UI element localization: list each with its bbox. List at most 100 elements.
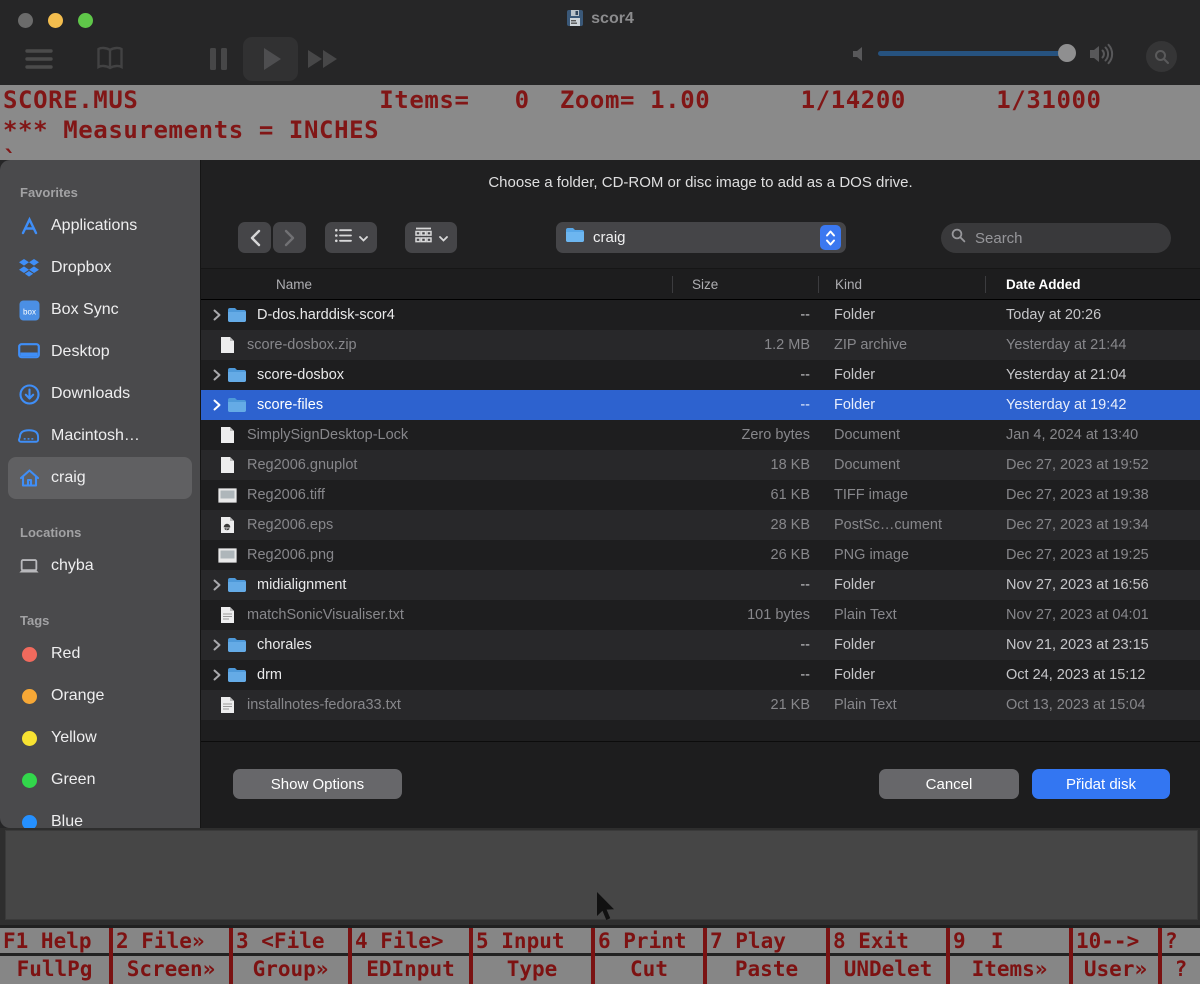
text-icon: [217, 606, 237, 624]
file-row-d-dos-harddisk-scor4[interactable]: D-dos.harddisk-scor4--FolderToday at 20:…: [201, 300, 1200, 330]
add-dos-drive-dialog: Favorites ApplicationsDropboxboxBox Sync…: [0, 160, 1200, 828]
fkey-f1-help[interactable]: F1 HelpFullPg: [0, 928, 113, 984]
sidebar-tag-yellow[interactable]: Yellow: [8, 717, 192, 759]
file-row-simplysigndesktop-lock[interactable]: SimplySignDesktop-LockZero bytesDocument…: [201, 420, 1200, 450]
file-name: chorales: [257, 637, 312, 653]
fkey-9-i[interactable]: 9 IItems»: [950, 928, 1073, 984]
volume-slider-track[interactable]: [878, 51, 1074, 56]
disclosure-chevron-icon[interactable]: [207, 669, 227, 681]
file-kind: Plain Text: [819, 697, 986, 713]
sidebar-item-applications[interactable]: Applications: [8, 205, 192, 247]
dos-screen-top: SCORE.MUS Items= 0 Zoom= 1.00 1/14200 1/…: [0, 85, 1200, 160]
file-row-matchsonicvisualiser-txt[interactable]: matchSonicVisualiser.txt101 bytesPlain T…: [201, 600, 1200, 630]
file-row-score-files[interactable]: score-files--FolderYesterday at 19:42: [201, 390, 1200, 420]
file-row-drm[interactable]: drm--FolderOct 24, 2023 at 15:12: [201, 660, 1200, 690]
app-store-icon: [18, 215, 40, 237]
titlebar: scor4: [0, 0, 1200, 85]
file-row-installnotes-fedora33-txt[interactable]: installnotes-fedora33.txt21 KBPlain Text…: [201, 690, 1200, 720]
group-view-button[interactable]: [405, 222, 457, 253]
volume-mute-icon[interactable]: [850, 44, 870, 69]
sidebar-tag-orange[interactable]: Orange: [8, 675, 192, 717]
sidebar-item-macintosh[interactable]: Macintosh…: [8, 415, 192, 457]
disclosure-chevron-icon[interactable]: [207, 369, 227, 381]
fkey-top-label: 5 Input: [473, 928, 591, 956]
disclosure-chevron-icon[interactable]: [207, 399, 227, 411]
file-row-reg2006-png[interactable]: Reg2006.png26 KBPNG imageDec 27, 2023 at…: [201, 540, 1200, 570]
sidebar-item-label: Dropbox: [51, 259, 111, 277]
fkey-5-input[interactable]: 5 InputType: [473, 928, 595, 984]
fkey-top-label: 10-->: [1073, 928, 1158, 956]
fkey-10[interactable]: 10-->User»: [1073, 928, 1162, 984]
file-size: 26 KB: [673, 547, 819, 563]
list-view-button[interactable]: [325, 222, 377, 253]
file-row-score-dosbox[interactable]: score-dosbox--FolderYesterday at 21:04: [201, 360, 1200, 390]
sidebar-tag-red[interactable]: Red: [8, 633, 192, 675]
disclosure-chevron-icon[interactable]: [207, 639, 227, 651]
file-row-reg2006-gnuplot[interactable]: Reg2006.gnuplot18 KBDocumentDec 27, 2023…: [201, 450, 1200, 480]
fkey-top-label: 9 I: [950, 928, 1069, 956]
column-header-size[interactable]: Size: [673, 269, 819, 299]
fast-forward-icon[interactable]: [306, 48, 342, 75]
file-kind: TIFF image: [819, 487, 986, 503]
fkey-2-file[interactable]: 2 File»Screen»: [113, 928, 233, 984]
sidebar-tag-green[interactable]: Green: [8, 759, 192, 801]
file-row-chorales[interactable]: chorales--FolderNov 21, 2023 at 23:15: [201, 630, 1200, 660]
sidebar-item-desktop[interactable]: Desktop: [8, 331, 192, 373]
search-input[interactable]: [973, 229, 1143, 248]
file-kind: Folder: [819, 367, 986, 383]
tag-color-dot: [22, 731, 37, 746]
column-header-date-added[interactable]: Date Added: [986, 269, 1200, 299]
dropbox-icon: [18, 257, 40, 279]
search-field[interactable]: [941, 223, 1171, 253]
volume-loud-icon[interactable]: [1088, 42, 1116, 71]
forward-button[interactable]: [273, 222, 306, 253]
svg-text:box: box: [23, 307, 36, 316]
fkey-7-play[interactable]: 7 PlayPaste: [707, 928, 830, 984]
back-button[interactable]: [238, 222, 271, 253]
current-folder-dropdown[interactable]: craig: [556, 222, 846, 253]
file-size: 1.2 MB: [673, 337, 819, 353]
pause-icon[interactable]: [208, 46, 230, 77]
column-header-kind[interactable]: Kind: [819, 269, 986, 299]
cancel-button[interactable]: Cancel: [879, 769, 1019, 799]
sidebar-item-label: Desktop: [51, 343, 110, 361]
fkey-3-file[interactable]: 3 <FileGroup»: [233, 928, 352, 984]
fkey-8-exit[interactable]: 8 ExitUNDelet: [830, 928, 950, 984]
sidebar-item-label: Applications: [51, 217, 137, 235]
volume-slider-knob[interactable]: [1058, 44, 1076, 62]
titlebar-search-icon[interactable]: [1146, 41, 1177, 72]
menu-hamburger-icon[interactable]: [24, 46, 54, 77]
sidebar-item-craig[interactable]: craig: [8, 457, 192, 499]
add-disk-button[interactable]: Přidat disk: [1032, 769, 1170, 799]
fkey-bottom-label: Screen»: [113, 956, 229, 984]
sidebar-item-downloads[interactable]: Downloads: [8, 373, 192, 415]
fkey-4-file[interactable]: 4 File>EDInput: [352, 928, 473, 984]
fkey-6-print[interactable]: 6 PrintCut: [595, 928, 707, 984]
play-button[interactable]: [243, 37, 298, 81]
file-row-midialignment[interactable]: midialignment--FolderNov 27, 2023 at 16:…: [201, 570, 1200, 600]
fkey-[interactable]: ??: [1162, 928, 1200, 984]
tag-color-dot: [22, 773, 37, 788]
group-view-icon: [415, 227, 432, 248]
sidebar-tag-blue[interactable]: Blue: [8, 801, 192, 828]
disclosure-chevron-icon[interactable]: [207, 309, 227, 321]
file-kind: Folder: [819, 307, 986, 323]
column-header-name[interactable]: Name: [201, 269, 673, 299]
file-row-reg2006-tiff[interactable]: Reg2006.tiff61 KBTIFF imageDec 27, 2023 …: [201, 480, 1200, 510]
file-row-score-dosbox-zip[interactable]: score-dosbox.zip1.2 MBZIP archiveYesterd…: [201, 330, 1200, 360]
folder-icon: [565, 227, 585, 248]
file-name: score-dosbox.zip: [247, 337, 357, 353]
file-name: Reg2006.png: [247, 547, 334, 563]
show-options-button[interactable]: Show Options: [233, 769, 402, 799]
file-row-reg2006-eps[interactable]: epsReg2006.eps28 KBPostSc…cumentDec 27, …: [201, 510, 1200, 540]
fkey-bottom-label: FullPg: [0, 956, 109, 984]
sidebar-item-box-sync[interactable]: boxBox Sync: [8, 289, 192, 331]
book-icon[interactable]: [96, 46, 124, 77]
document-icon: [217, 456, 237, 474]
disclosure-chevron-icon[interactable]: [207, 579, 227, 591]
sidebar-item-dropbox[interactable]: Dropbox: [8, 247, 192, 289]
tag-label: Red: [51, 645, 80, 663]
sidebar-item-chyba[interactable]: chyba: [8, 545, 192, 587]
sidebar-item-label: chyba: [51, 557, 94, 575]
file-date-added: Jan 4, 2024 at 13:40: [986, 427, 1200, 443]
